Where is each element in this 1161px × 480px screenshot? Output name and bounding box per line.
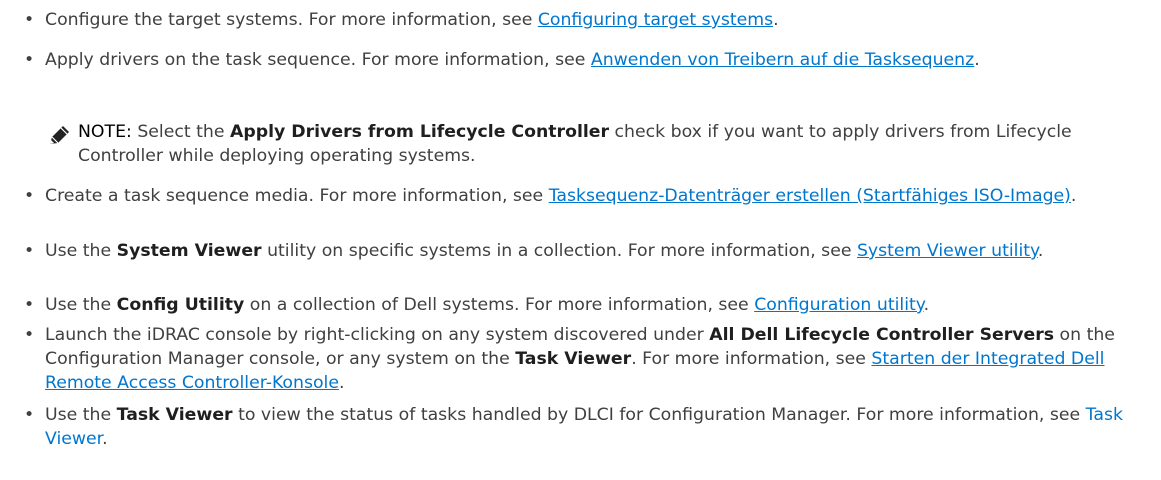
link-configuration-utility[interactable]: Configuration utility	[754, 295, 923, 315]
bullet: •	[24, 405, 35, 425]
list-item-text: Configure the target systems. For more i…	[45, 10, 779, 30]
bullet: •	[24, 186, 35, 206]
list-item-text: Use the Config Utility on a collection o…	[45, 295, 930, 315]
link-system-viewer-utility[interactable]: System Viewer utility	[857, 241, 1038, 261]
list-item-text: Use the System Viewer utility on specifi…	[45, 241, 1044, 261]
bullet: •	[24, 241, 35, 261]
bullet: •	[24, 325, 35, 345]
bullet: •	[24, 50, 35, 70]
bullet: •	[24, 10, 35, 30]
list-item-text: Apply drivers on the task sequence. For …	[45, 50, 980, 70]
bullet: •	[24, 295, 35, 315]
link-anwenden-von-treibern[interactable]: Anwenden von Treibern auf die Tasksequen…	[591, 50, 974, 70]
link-tasksequenz-datentraeger[interactable]: Tasksequenz-Datenträger erstellen (Start…	[549, 186, 1071, 206]
list-item-text: Launch the iDRAC console by right-clicki…	[45, 325, 1115, 393]
link-configuring-target-systems[interactable]: Configuring target systems	[538, 10, 773, 30]
note-label: NOTE:	[78, 122, 132, 142]
pencil-note-icon	[50, 126, 69, 144]
list-item-text: Use the Task Viewer to view the status o…	[45, 405, 1123, 449]
list-item-text: Create a task sequence media. For more i…	[45, 186, 1077, 206]
note-text: NOTE: Select the Apply Drivers from Life…	[78, 122, 1072, 166]
